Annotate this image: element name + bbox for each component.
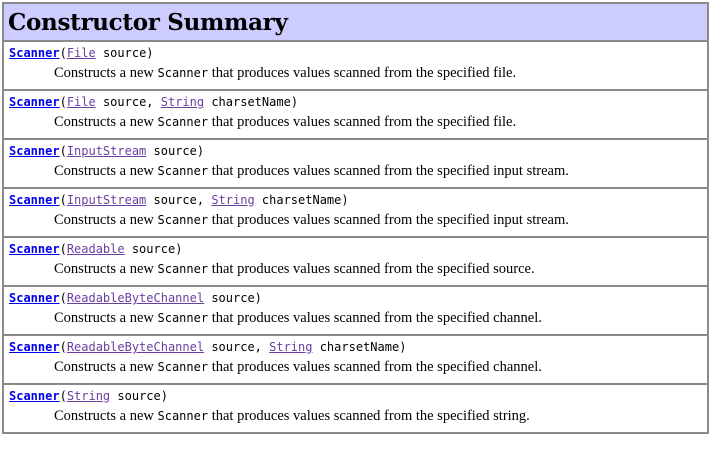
constructor-signature: Scanner(ReadableByteChannel source) [9,291,262,305]
desc-text: Constructs a new [54,261,158,277]
desc-text: that produces values scanned from the sp… [208,310,542,326]
constructor-description: Constructs a new Scanner that produces v… [54,357,707,377]
constructor-link[interactable]: Scanner [9,340,60,354]
param-name: charsetName [204,95,291,109]
constructor-row: Scanner(InputStream source) Constructs a… [4,140,707,189]
desc-code: Scanner [157,164,209,178]
constructor-signature: Scanner(InputStream source, String chars… [9,193,349,207]
constructor-row: Scanner(ReadableByteChannel source) Cons… [4,287,707,336]
desc-code: Scanner [157,360,209,374]
param-name: source [124,242,176,256]
param-name: charsetName [312,340,400,354]
desc-text: that produces values scanned from the sp… [208,212,569,228]
constructor-description: Constructs a new Scanner that produces v… [54,63,707,83]
desc-text: Constructs a new [54,114,158,130]
desc-text: Constructs a new [54,212,158,228]
desc-text: Constructs a new [54,359,158,375]
param-type-link[interactable]: File [67,95,96,109]
desc-text: that produces values scanned from the sp… [208,163,569,179]
constructor-row: Scanner(InputStream source, String chars… [4,189,707,238]
constructor-row: Scanner(File source, String charsetName)… [4,91,707,140]
constructor-description: Constructs a new Scanner that produces v… [54,406,707,426]
param-type-link[interactable]: Readable [67,242,125,256]
param-name: source [95,46,147,60]
constructor-link[interactable]: Scanner [9,46,60,60]
constructor-row: Scanner(File source) Constructs a new Sc… [4,42,707,91]
constructor-summary-table: Constructor Summary Scanner(File source)… [2,2,709,434]
constructor-row: Scanner(String source) Constructs a new … [4,385,707,432]
summary-title: Constructor Summary [8,8,288,36]
desc-text: that produces values scanned from the sp… [208,359,542,375]
param-name: source [204,291,255,305]
desc-code: Scanner [157,262,209,276]
param-name: source, [146,193,212,207]
param-type-link[interactable]: ReadableByteChannel [67,340,204,354]
desc-text: Constructs a new [54,310,158,326]
desc-code: Scanner [157,311,209,325]
desc-code: Scanner [157,115,209,129]
constructor-signature: Scanner(String source) [9,389,168,403]
param-type-link[interactable]: InputStream [67,144,146,158]
param-type-link[interactable]: String [269,340,312,354]
desc-code: Scanner [157,213,209,227]
param-name: charsetName [254,193,342,207]
param-type-link[interactable]: ReadableByteChannel [67,291,204,305]
constructor-link[interactable]: Scanner [9,95,60,109]
constructor-description: Constructs a new Scanner that produces v… [54,112,707,132]
constructor-signature: Scanner(Readable source) [9,242,183,256]
constructor-description: Constructs a new Scanner that produces v… [54,308,707,328]
param-type-link[interactable]: String [161,95,204,109]
param-type-link[interactable]: String [211,193,254,207]
param-name: source, [204,340,270,354]
param-name: source [146,144,197,158]
param-type-link[interactable]: File [67,46,96,60]
param-name: source [110,389,161,403]
param-type-link[interactable]: InputStream [67,193,146,207]
summary-header: Constructor Summary [4,4,707,42]
param-type-link[interactable]: String [67,389,110,403]
constructor-link[interactable]: Scanner [9,291,60,305]
constructor-row: Scanner(ReadableByteChannel source, Stri… [4,336,707,385]
constructor-signature: Scanner(File source) [9,46,154,60]
constructor-description: Constructs a new Scanner that produces v… [54,210,707,230]
desc-text: that produces values scanned from the sp… [208,114,517,130]
constructor-row: Scanner(Readable source) Constructs a ne… [4,238,707,287]
constructor-signature: Scanner(InputStream source) [9,144,205,158]
constructor-description: Constructs a new Scanner that produces v… [54,259,707,279]
desc-text: Constructs a new [54,163,158,179]
param-name: source, [95,95,161,109]
desc-text: Constructs a new [54,65,158,81]
constructor-description: Constructs a new Scanner that produces v… [54,161,707,181]
desc-code: Scanner [157,409,209,423]
constructor-link[interactable]: Scanner [9,389,60,403]
constructor-signature: Scanner(File source, String charsetName) [9,95,299,109]
desc-text: that produces values scanned from the sp… [208,261,535,277]
desc-code: Scanner [157,66,209,80]
desc-text: that produces values scanned from the sp… [208,408,530,424]
constructor-signature: Scanner(ReadableByteChannel source, Stri… [9,340,407,354]
constructor-link[interactable]: Scanner [9,242,60,256]
desc-text: that produces values scanned from the sp… [208,65,517,81]
desc-text: Constructs a new [54,408,158,424]
constructor-link[interactable]: Scanner [9,193,60,207]
constructor-link[interactable]: Scanner [9,144,60,158]
